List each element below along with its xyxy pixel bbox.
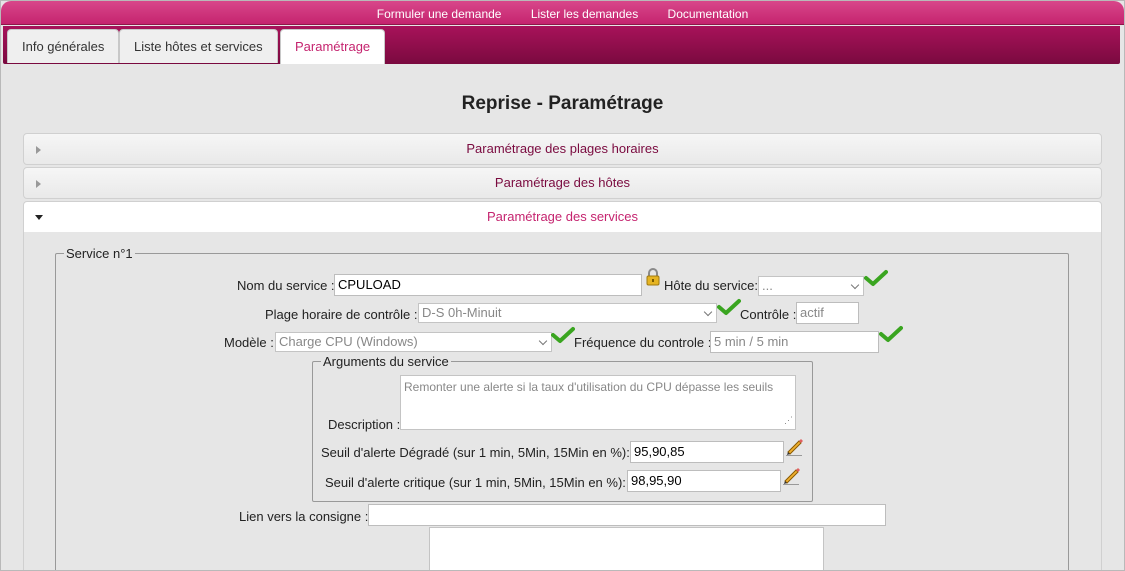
hote-service-label: Hôte du service: <box>664 278 758 293</box>
chevron-down-icon <box>850 280 860 290</box>
accordion-label: Paramétrage des hôtes <box>494 175 631 190</box>
plage-horaire-value: D-S 0h-Minuit <box>422 305 502 320</box>
nom-service-input[interactable]: CPULOAD <box>334 274 642 296</box>
seuil-critique-input[interactable]: 98,95,90 <box>627 470 781 492</box>
resize-handle-icon[interactable]: ⋰ <box>784 412 793 428</box>
page-title: Reprise - Paramétrage <box>461 93 664 114</box>
seuil-degrade-label: Seuil d'alerte Dégradé (sur 1 min, 5Min,… <box>321 445 630 460</box>
pencil-icon[interactable] <box>782 465 800 485</box>
nav-formuler-demande[interactable]: Formuler une demande <box>377 7 502 21</box>
lien-consigne-input[interactable] <box>368 504 886 526</box>
collapsed-arrow-icon <box>36 180 41 188</box>
seuil-degrade-input[interactable]: 95,90,85 <box>630 441 784 463</box>
frequence-label: Fréquence du controle : <box>574 335 712 350</box>
pencil-icon[interactable] <box>785 436 803 456</box>
description-value: Remonter une alerte si la taux d'utilisa… <box>404 380 774 394</box>
accordion-label: Paramétrage des plages horaires <box>466 141 659 156</box>
lock-icon[interactable] <box>645 267 661 287</box>
modele-label: Modèle : <box>224 335 274 350</box>
plage-horaire-label: Plage horaire de contrôle : <box>265 307 418 322</box>
description-label: Description : <box>328 417 401 432</box>
plage-horaire-select[interactable]: D-S 0h-Minuit <box>418 303 717 323</box>
seuil-critique-label: Seuil d'alerte critique (sur 1 min, 5Min… <box>325 475 626 490</box>
check-icon <box>864 270 888 286</box>
accordion-plages-horaires[interactable]: Paramétrage des plages horaires <box>23 133 1102 165</box>
hote-service-select[interactable]: ... <box>758 276 864 296</box>
frequence-input[interactable]: 5 min / 5 min <box>710 331 879 353</box>
check-icon <box>551 327 575 343</box>
nav-lister-demandes[interactable]: Lister les demandes <box>531 7 638 21</box>
top-menu-bar: Formuler une demande Lister les demandes… <box>1 1 1124 25</box>
modele-value: Charge CPU (Windows) <box>279 334 418 349</box>
app-frame: Formuler une demande Lister les demandes… <box>0 0 1125 571</box>
lien-consigne-label: Lien vers la consigne : <box>239 509 369 524</box>
nav-documentation[interactable]: Documentation <box>668 7 749 21</box>
tab-liste-hotes-services[interactable]: Liste hôtes et services <box>119 29 278 63</box>
hote-service-value: ... <box>762 278 773 293</box>
check-icon <box>717 299 741 315</box>
accordion-label: Paramétrage des services <box>486 209 638 224</box>
consigne-textarea[interactable] <box>429 527 824 570</box>
top-nav: Formuler une demande Lister les demandes… <box>1 7 1124 21</box>
description-textarea[interactable]: Remonter une alerte si la taux d'utilisa… <box>400 375 796 430</box>
arguments-legend: Arguments du service <box>321 354 451 369</box>
accordion-services[interactable]: Paramétrage des services <box>23 201 1102 233</box>
controle-input[interactable]: actif <box>796 302 859 324</box>
modele-select[interactable]: Charge CPU (Windows) <box>275 332 552 352</box>
service-legend: Service n°1 <box>64 246 135 261</box>
chevron-down-icon <box>538 336 548 346</box>
check-icon <box>879 326 903 342</box>
tab-info-generales[interactable]: Info générales <box>7 29 120 63</box>
accordion-hotes[interactable]: Paramétrage des hôtes <box>23 167 1102 199</box>
expanded-arrow-icon <box>35 215 43 220</box>
tab-parametrage[interactable]: Paramétrage <box>280 29 386 64</box>
collapsed-arrow-icon <box>36 146 41 154</box>
controle-label: Contrôle : <box>740 307 797 322</box>
nom-service-label: Nom du service : <box>237 278 335 293</box>
chevron-down-icon <box>703 307 713 317</box>
tab-bar: Info générales Liste hôtes et services P… <box>3 26 1120 64</box>
